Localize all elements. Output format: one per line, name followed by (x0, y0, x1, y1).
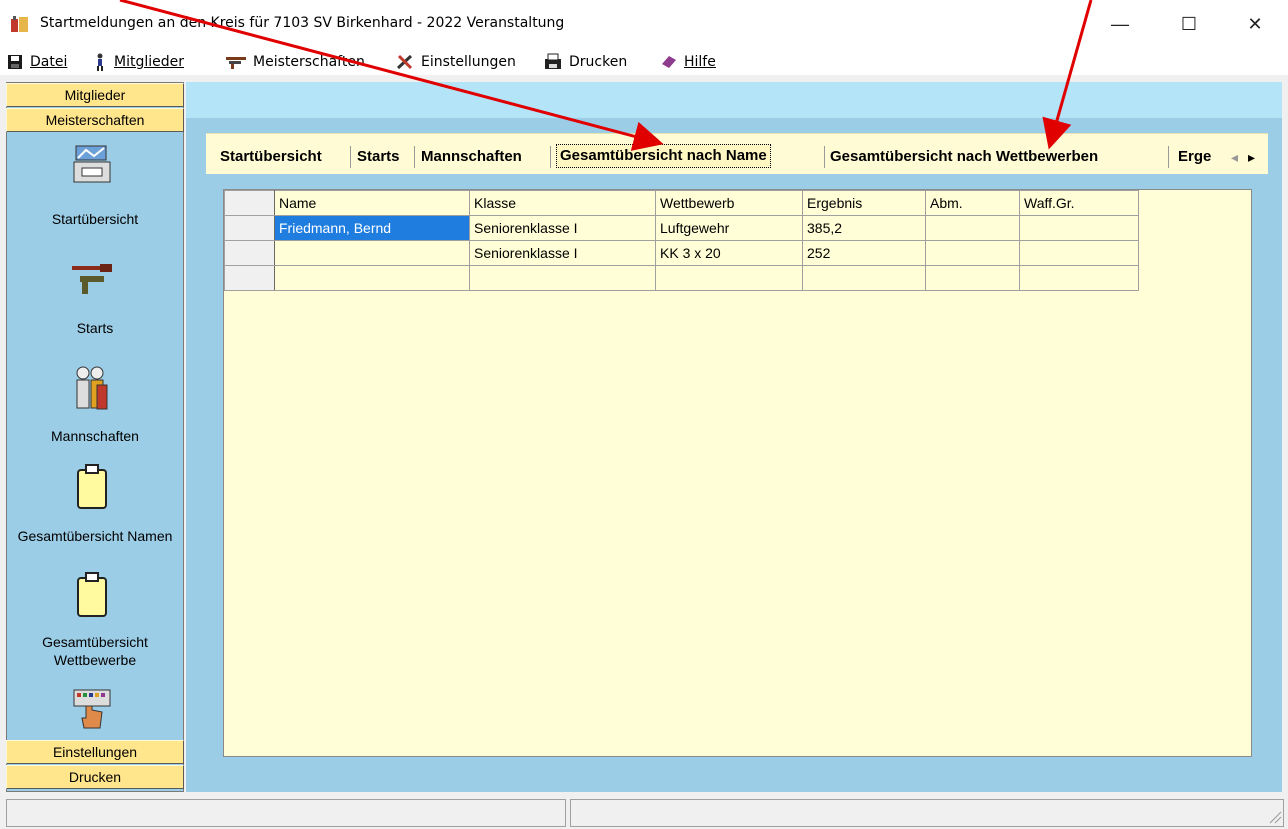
tab-ergebnisse[interactable]: Erge (1178, 146, 1211, 168)
tab-scroll-right-icon[interactable]: ▸ (1248, 146, 1255, 168)
table-row[interactable]: Seniorenklasse I KK 3 x 20 252 (224, 240, 1139, 266)
sidebar-item-gesamtuebersicht-wettbewerbe[interactable]: Gesamtübersicht Wettbewerbe (6, 633, 184, 669)
resize-grip-icon[interactable] (1266, 808, 1282, 829)
sidebar-button-mitglieder[interactable]: Mitglieder (6, 83, 184, 107)
cell-wettbewerb[interactable]: KK 3 x 20 (655, 240, 803, 266)
column-header-ergebnis[interactable]: Ergebnis (802, 190, 926, 216)
start-overview-icon[interactable] (70, 142, 114, 191)
cell-wettbewerb[interactable]: Luftgewehr (655, 215, 803, 241)
row-header[interactable] (224, 265, 275, 291)
cell-waffgr[interactable] (1019, 240, 1139, 266)
maximize-button[interactable]: ☐ (1166, 6, 1212, 42)
person-icon (97, 53, 103, 71)
menu-hilfe[interactable]: Hilfe (661, 52, 716, 72)
tab-gesamtuebersicht-nach-name[interactable]: Gesamtübersicht nach Name (556, 144, 771, 168)
cell-ergebnis[interactable]: 385,2 (802, 215, 926, 241)
cell-name[interactable]: Friedmann, Bernd (274, 215, 470, 241)
clipboard-icon[interactable] (76, 572, 108, 623)
tab-mannschaften[interactable]: Mannschaften (421, 146, 522, 168)
menu-hilfe-label: Hilfe (684, 54, 716, 70)
guns-icon[interactable] (70, 262, 114, 303)
menu-datei[interactable]: Datei (7, 52, 67, 72)
cell-name[interactable] (274, 265, 470, 291)
tools-icon (396, 54, 413, 70)
cell-abm[interactable] (925, 215, 1020, 241)
app-icon (10, 16, 30, 34)
close-button[interactable]: ✕ (1232, 6, 1278, 42)
tab-scroll-left-icon[interactable]: ◂ (1231, 146, 1238, 168)
main-header (186, 82, 1282, 118)
clipboard-icon[interactable] (76, 464, 108, 515)
printer-icon (545, 53, 561, 69)
menu-bar (0, 48, 1288, 75)
column-header-name[interactable]: Name (274, 190, 470, 216)
column-header-wettbewerb[interactable]: Wettbewerb (655, 190, 803, 216)
rifle-icon (226, 57, 246, 69)
column-header-klasse[interactable]: Klasse (469, 190, 656, 216)
menu-einstellungen[interactable]: Einstellungen (396, 52, 516, 72)
column-header-abm[interactable]: Abm. (925, 190, 1020, 216)
menu-meisterschaften-label: Meisterschaften (253, 54, 365, 70)
menu-einstellungen-label: Einstellungen (421, 54, 516, 70)
tab-separator (414, 146, 415, 168)
tab-gesamtuebersicht-nach-wettbewerben[interactable]: Gesamtübersicht nach Wettbewerben (830, 146, 1098, 168)
cell-waffgr[interactable] (1019, 265, 1139, 291)
floppy-disk-icon (8, 55, 22, 69)
status-pane-left (6, 799, 566, 827)
menu-mitglieder[interactable]: Mitglieder (93, 52, 184, 72)
menu-mitglieder-label: Mitglieder (114, 54, 184, 70)
cell-ergebnis[interactable] (802, 265, 926, 291)
cell-wettbewerb[interactable] (655, 265, 803, 291)
cell-ergebnis[interactable]: 252 (802, 240, 926, 266)
cell-name[interactable] (274, 240, 470, 266)
row-header[interactable] (224, 215, 275, 241)
tab-separator (550, 146, 551, 168)
sidebar-item-mannschaften[interactable]: Mannschaften (6, 427, 184, 445)
minimize-button[interactable]: — (1097, 6, 1143, 42)
menu-datei-label: Datei (30, 54, 68, 70)
tab-separator (824, 146, 825, 168)
tab-separator (1168, 146, 1169, 168)
cell-klasse[interactable]: Seniorenklasse I (469, 240, 656, 266)
tab-separator (350, 146, 351, 168)
table-row[interactable]: Friedmann, Bernd Seniorenklasse I Luftge… (224, 215, 1139, 241)
sidebar-item-gesamtuebersicht-namen[interactable]: Gesamtübersicht Namen (6, 527, 184, 545)
menu-drucken-label: Drucken (569, 54, 628, 70)
window-title: Startmeldungen an den Kreis für 7103 SV … (40, 15, 565, 31)
row-header[interactable] (224, 240, 275, 266)
sidebar-button-einstellungen[interactable]: Einstellungen (6, 740, 184, 764)
column-header-waffgr[interactable]: Waff.Gr. (1019, 190, 1139, 216)
cell-klasse[interactable] (469, 265, 656, 291)
table-row[interactable] (224, 265, 1139, 291)
sidebar-button-meisterschaften[interactable]: Meisterschaften (6, 108, 184, 132)
sidebar-item-starts[interactable]: Starts (6, 319, 184, 337)
status-pane-right (570, 799, 1284, 827)
team-icon[interactable] (72, 365, 112, 416)
tab-startuebersicht[interactable]: Startübersicht (220, 146, 322, 168)
tab-starts[interactable]: Starts (357, 146, 400, 168)
grid-header-row: Name Klasse Wettbewerb Ergebnis Abm. Waf… (224, 190, 1139, 216)
book-icon (662, 56, 676, 68)
cell-waffgr[interactable] (1019, 215, 1139, 241)
cell-klasse[interactable]: Seniorenklasse I (469, 215, 656, 241)
grid-corner[interactable] (224, 190, 275, 216)
results-grid: Name Klasse Wettbewerb Ergebnis Abm. Waf… (224, 190, 1139, 291)
menu-drucken[interactable]: Drucken (544, 52, 627, 72)
cell-abm[interactable] (925, 240, 1020, 266)
sidebar-item-startuebersicht[interactable]: Startübersicht (6, 210, 184, 228)
cell-abm[interactable] (925, 265, 1020, 291)
keyboard-hand-icon[interactable] (70, 688, 114, 739)
sidebar-button-drucken[interactable]: Drucken (6, 765, 184, 789)
menu-meisterschaften[interactable]: Meisterschaften (226, 52, 365, 72)
